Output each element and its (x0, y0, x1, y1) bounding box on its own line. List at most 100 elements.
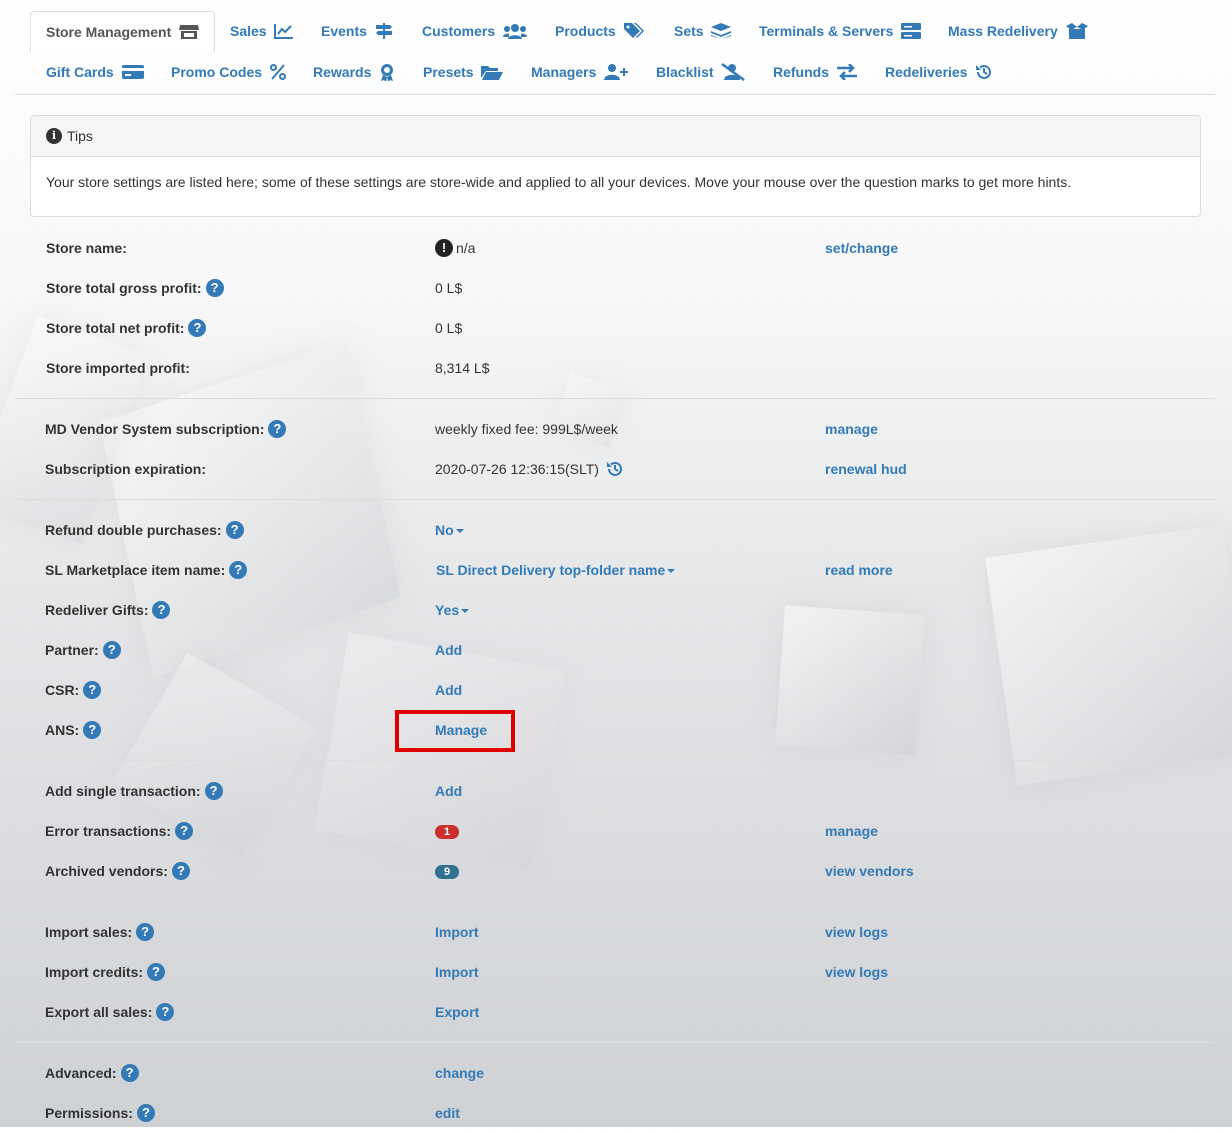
row-refund-double: Refund double purchases:? No (15, 510, 1215, 550)
export-sales-link[interactable]: Export (435, 992, 479, 1032)
refund-double-dropdown[interactable]: No (435, 510, 464, 550)
help-icon[interactable]: ? (152, 600, 171, 619)
tab-presets[interactable]: Presets (423, 52, 504, 92)
archived-vendors-label: Archived vendors:? (45, 851, 190, 891)
export-sales-label: Export all sales:? (45, 992, 175, 1032)
error-transactions-label: Error transactions:? (45, 811, 194, 851)
tab-sales[interactable]: Sales (230, 11, 294, 51)
row-error-transactions: Error transactions:? 1 manage (15, 811, 1215, 851)
import-credits-label: Import credits:? (45, 952, 166, 992)
main-nav: Store Management Sales Events Customers … (15, 0, 1215, 95)
tab-customers[interactable]: Customers (422, 11, 528, 51)
row-store-name: Store name: ! n/a set/change (15, 228, 1215, 268)
highlight-box (395, 710, 515, 752)
import-credits-link[interactable]: Import (435, 952, 479, 992)
import-sales-link[interactable]: Import (435, 912, 479, 952)
refund-double-label: Refund double purchases:? (45, 510, 244, 550)
help-icon[interactable]: ? (188, 318, 207, 337)
csr-label: CSR:? (45, 670, 102, 710)
tab-promo-codes[interactable]: Promo Codes (171, 52, 286, 92)
tab-label: Customers (422, 23, 496, 39)
help-icon[interactable]: ? (229, 560, 248, 579)
tab-terminals-servers[interactable]: Terminals & Servers (759, 11, 922, 51)
view-sales-logs-link[interactable]: view logs (825, 912, 888, 952)
read-more-link[interactable]: read more (825, 550, 893, 590)
expiration-value: 2020-07-26 12:36:15(SLT) (435, 449, 624, 489)
caret-down-icon (461, 609, 470, 614)
row-export-sales: Export all sales:? Export (15, 992, 1215, 1032)
tab-gift-cards[interactable]: Gift Cards (46, 52, 144, 92)
renewal-hud-link[interactable]: renewal hud (825, 449, 907, 489)
tab-label: Redeliveries (885, 64, 968, 80)
label-text: Store total net profit: (46, 320, 185, 336)
history-icon[interactable] (606, 460, 624, 478)
value-text: n/a (456, 240, 476, 256)
tab-events[interactable]: Events (321, 11, 393, 51)
help-icon[interactable]: ? (205, 278, 224, 297)
help-icon[interactable]: ? (156, 1002, 175, 1021)
net-profit-label: Store total net profit:? (46, 308, 207, 348)
row-subscription: MD Vendor System subscription:? weekly f… (15, 409, 1215, 449)
import-sales-label: Import sales:? (45, 912, 155, 952)
tab-refunds[interactable]: Refunds (773, 52, 857, 92)
box-open-icon (1065, 22, 1088, 39)
row-imported-profit: Store imported profit: 8,314 L$ (15, 348, 1215, 388)
view-vendors-link[interactable]: view vendors (825, 851, 914, 891)
manage-errors-link[interactable]: manage (825, 811, 878, 851)
award-icon (381, 63, 394, 81)
help-icon[interactable]: ? (171, 861, 190, 880)
help-icon[interactable]: ? (136, 922, 155, 941)
tab-label: Promo Codes (171, 64, 263, 80)
tab-blacklist[interactable]: Blacklist (656, 52, 746, 92)
tab-managers[interactable]: Managers (531, 52, 629, 92)
row-net-profit: Store total net profit:? 0 L$ (15, 308, 1215, 348)
label-text: Redeliver Gifts: (45, 602, 149, 618)
add-partner-link[interactable]: Add (435, 630, 462, 670)
tab-sets[interactable]: Sets (674, 11, 732, 51)
tips-header: i Tips (31, 116, 1200, 157)
edit-permissions-link[interactable]: edit (435, 1093, 460, 1133)
tab-mass-redelivery[interactable]: Mass Redelivery (948, 11, 1088, 51)
help-icon[interactable]: ? (120, 1063, 139, 1082)
redeliver-gifts-dropdown[interactable]: Yes (435, 590, 470, 630)
add-csr-link[interactable]: Add (435, 670, 462, 710)
help-icon[interactable]: ? (147, 962, 166, 981)
marketplace-name-dropdown[interactable]: SL Direct Delivery top-folder name (436, 550, 676, 590)
partner-label: Partner:? (45, 630, 121, 670)
view-credits-logs-link[interactable]: view logs (825, 952, 888, 992)
label-text: SL Marketplace item name: (45, 562, 226, 578)
store-icon (179, 24, 200, 39)
change-advanced-link[interactable]: change (435, 1053, 484, 1093)
help-icon[interactable]: ? (102, 640, 121, 659)
tab-store-management[interactable]: Store Management (30, 11, 216, 53)
percent-icon (269, 63, 286, 80)
tab-label: Refunds (773, 64, 829, 80)
exchange-icon (836, 63, 857, 80)
help-icon[interactable]: ? (83, 680, 102, 699)
row-import-sales: Import sales:? Import view logs (15, 912, 1215, 952)
line-chart-icon (274, 23, 294, 39)
tab-redeliveries[interactable]: Redeliveries (885, 52, 993, 92)
tab-rewards[interactable]: Rewards (313, 52, 395, 92)
help-icon[interactable]: ? (175, 821, 194, 840)
row-gross-profit: Store total gross profit:? 0 L$ (15, 268, 1215, 308)
label-text: Advanced: (45, 1065, 117, 1081)
add-transaction-link[interactable]: Add (435, 771, 462, 811)
tab-products[interactable]: Products (555, 11, 644, 51)
divider (15, 398, 1215, 399)
help-icon[interactable]: ? (204, 781, 223, 800)
exclamation-icon: ! (435, 238, 453, 257)
manage-subscription-link[interactable]: manage (825, 409, 878, 449)
help-icon[interactable]: ? (136, 1103, 155, 1122)
tab-label: Products (555, 23, 616, 39)
label-text: CSR: (45, 682, 80, 698)
set-change-link[interactable]: set/change (825, 228, 898, 268)
help-icon[interactable]: ? (225, 520, 244, 539)
page-container: Store Management Sales Events Customers … (15, 0, 1215, 1122)
tab-label: Gift Cards (46, 64, 114, 80)
help-icon[interactable]: ? (268, 419, 287, 438)
history-icon (976, 64, 992, 79)
gross-profit-label: Store total gross profit:? (46, 268, 224, 308)
help-icon[interactable]: ? (83, 720, 102, 739)
divider (15, 1042, 1215, 1043)
